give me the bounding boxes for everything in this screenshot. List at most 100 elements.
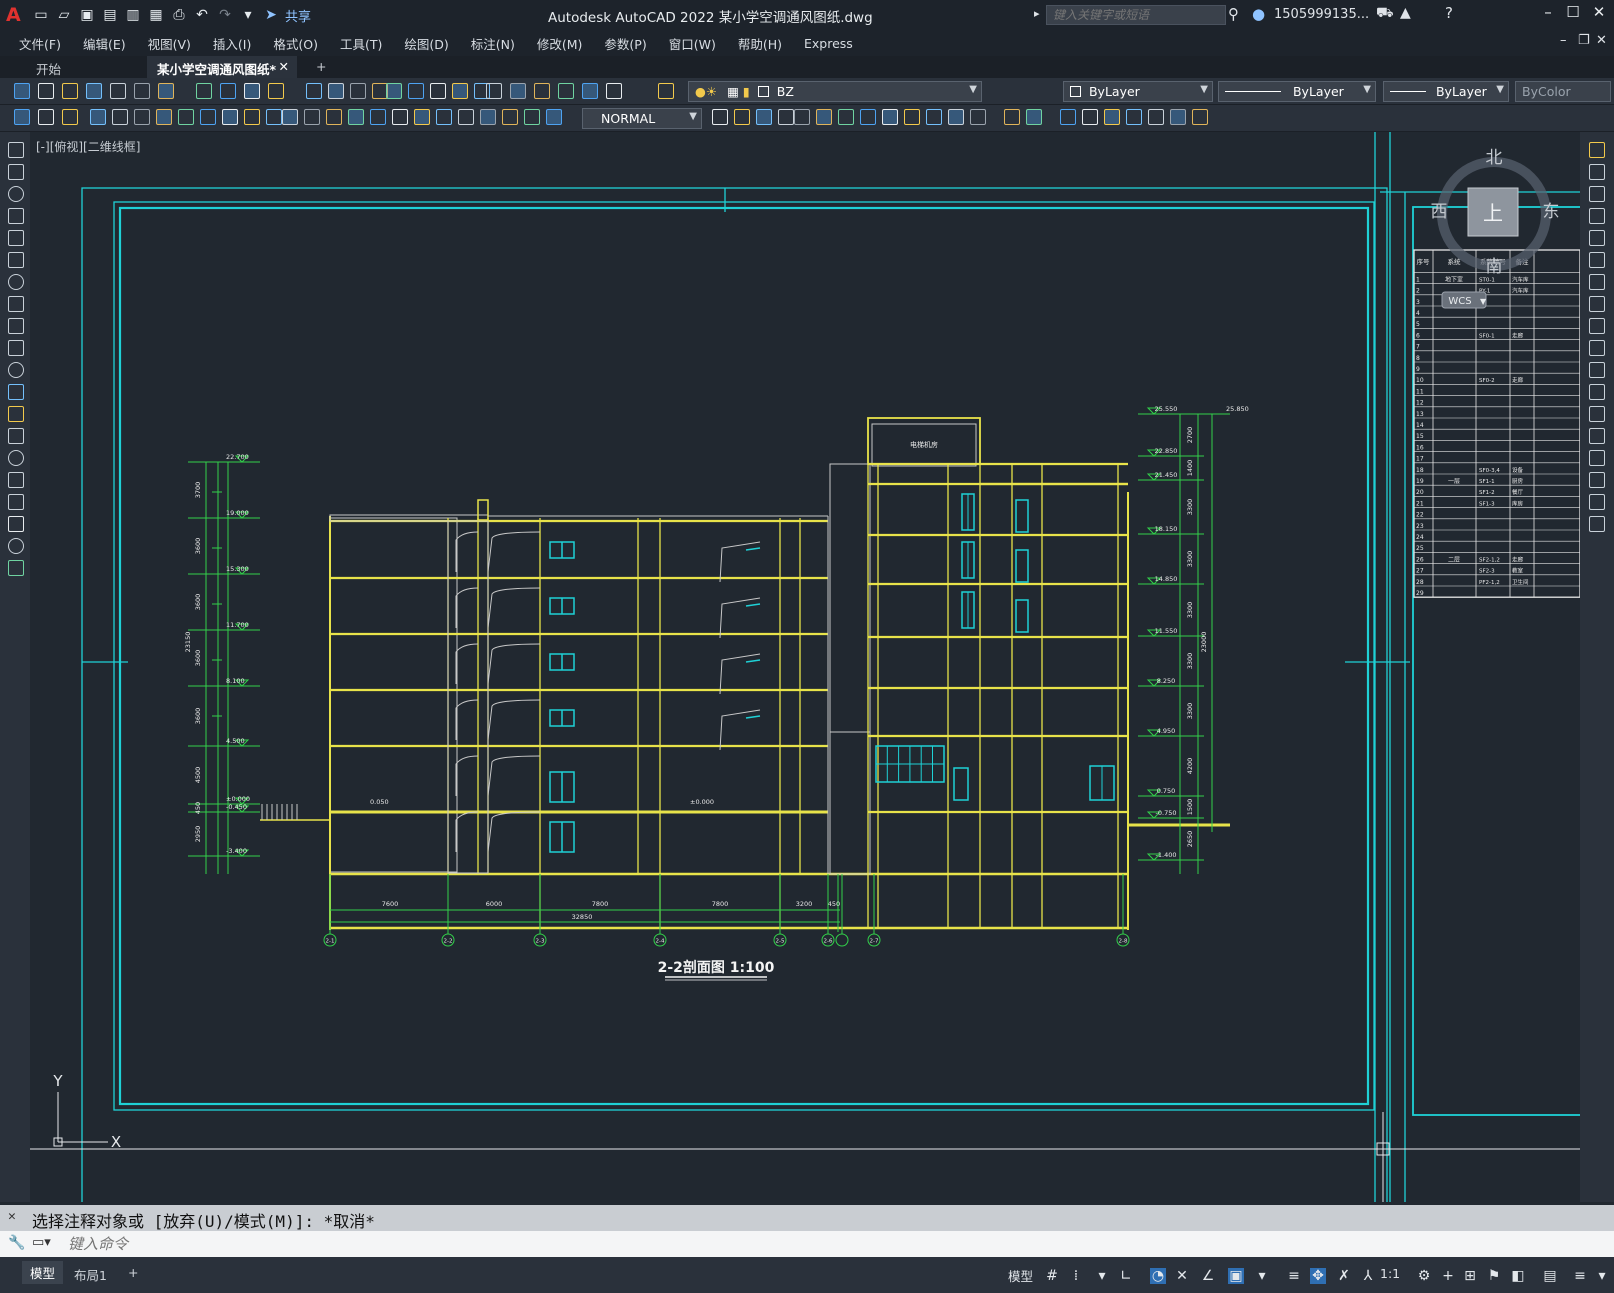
dimension-tool-icon[interactable]	[266, 109, 282, 125]
draw-tool-icon[interactable]	[8, 186, 24, 202]
dimension-tool-icon[interactable]	[200, 109, 216, 125]
export-icon[interactable]: ▦	[146, 5, 166, 25]
command-input[interactable]	[66, 1234, 866, 1254]
status-toggle-icon[interactable]: ≡	[1286, 1268, 1302, 1284]
standard-tool-icon[interactable]	[350, 83, 366, 99]
color-combo[interactable]: ByLayer ▼	[1063, 81, 1213, 102]
new-tab-button[interactable]: +	[306, 56, 336, 78]
dimension-tool-icon[interactable]	[414, 109, 430, 125]
model-space-button[interactable]: 模型	[1008, 1266, 1033, 1285]
standard-tool-icon[interactable]	[134, 83, 150, 99]
save-as-icon[interactable]: ▤	[100, 5, 120, 25]
drawing-canvas[interactable]: [-][俯视][二维线框] 电梯机房 0.050 ±0.000 22.700 19.0…	[30, 132, 1580, 1202]
modify-tool-icon[interactable]	[1589, 186, 1605, 202]
lineweight-combo[interactable]: ByLayer ▼	[1383, 81, 1509, 102]
dimension-tool-icon[interactable]	[882, 109, 898, 125]
standard-tool-icon[interactable]	[452, 83, 468, 99]
viewcube-west[interactable]: 西	[1431, 202, 1448, 222]
tab-layout1[interactable]: 布局1	[66, 1263, 115, 1286]
dimension-tool-icon[interactable]	[458, 109, 474, 125]
modify-tool-icon[interactable]	[1589, 208, 1605, 224]
plotstyle-combo[interactable]: ByColor	[1515, 81, 1611, 102]
dimension-tool-icon[interactable]	[1170, 109, 1186, 125]
close-button[interactable]: ✕	[1586, 3, 1612, 25]
user-icon[interactable]: ●	[1252, 5, 1265, 23]
dimension-tool-icon[interactable]	[348, 109, 364, 125]
dimension-tool-icon[interactable]	[712, 109, 728, 125]
status-toggle-icon[interactable]: ◧	[1510, 1268, 1526, 1284]
status-toggle-icon[interactable]: ⅄	[1360, 1268, 1376, 1284]
dimension-tool-icon[interactable]	[38, 109, 54, 125]
menu-express[interactable]: Express	[804, 36, 853, 51]
dimension-tool-icon[interactable]	[282, 109, 298, 125]
dimension-tool-icon[interactable]	[1126, 109, 1142, 125]
maximize-button[interactable]: ☐	[1560, 3, 1586, 25]
dimension-tool-icon[interactable]	[816, 109, 832, 125]
dimension-tool-icon[interactable]	[1004, 109, 1020, 125]
dimension-tool-icon[interactable]	[778, 109, 794, 125]
share-icon[interactable]: ➤	[261, 5, 281, 25]
status-toggle-icon[interactable]: ▾	[1254, 1268, 1270, 1284]
modify-tool-icon[interactable]	[1589, 516, 1605, 532]
viewcube-south[interactable]: 南	[1486, 257, 1503, 277]
menu-modify[interactable]: 修改(M)	[537, 34, 583, 53]
standard-tool-icon[interactable]	[386, 83, 402, 99]
autodesk-app-icon[interactable]: ▲	[1400, 5, 1411, 21]
draw-tool-icon[interactable]	[8, 274, 24, 290]
redo-icon[interactable]: ↷	[215, 5, 235, 25]
save-icon[interactable]: ▣	[77, 5, 97, 25]
dimension-tool-icon[interactable]	[62, 109, 78, 125]
standard-tool-icon[interactable]	[110, 83, 126, 99]
dimension-tool-icon[interactable]	[392, 109, 408, 125]
standard-tool-icon[interactable]	[606, 83, 622, 99]
status-toggle-icon[interactable]: #	[1044, 1268, 1060, 1284]
menu-window[interactable]: 窗口(W)	[669, 34, 716, 53]
menu-dimension[interactable]: 标注(N)	[471, 34, 515, 53]
standard-tool-icon[interactable]	[558, 83, 574, 99]
dimension-tool-icon[interactable]	[860, 109, 876, 125]
wcs-menu[interactable]: WCS	[1448, 296, 1471, 307]
modify-tool-icon[interactable]	[1589, 428, 1605, 444]
modify-tool-icon[interactable]	[1589, 230, 1605, 246]
standard-tool-icon[interactable]	[582, 83, 598, 99]
menu-file[interactable]: 文件(F)	[19, 34, 61, 53]
draw-tool-icon[interactable]	[8, 472, 24, 488]
layer-combo[interactable]: ●☀ ▦ ▮ BZ ▼	[688, 81, 982, 102]
modify-tool-icon[interactable]	[1589, 384, 1605, 400]
dimension-tool-icon[interactable]	[502, 109, 518, 125]
dimension-tool-icon[interactable]	[546, 109, 562, 125]
dimension-tool-icon[interactable]	[14, 109, 30, 125]
close-command-icon[interactable]: ✕	[8, 1209, 16, 1224]
modify-tool-icon[interactable]	[1589, 340, 1605, 356]
tab-start[interactable]: 开始	[26, 56, 71, 78]
viewcube-north[interactable]: 北	[1486, 148, 1503, 168]
standard-tool-icon[interactable]	[430, 83, 446, 99]
modify-tool-icon[interactable]	[1589, 494, 1605, 510]
status-toggle-icon[interactable]: ✗	[1336, 1268, 1352, 1284]
share-button[interactable]: 共享	[285, 6, 311, 25]
search-icon[interactable]: ⚲	[1228, 5, 1239, 23]
draw-tool-icon[interactable]	[8, 494, 24, 510]
draw-tool-icon[interactable]	[8, 538, 24, 554]
dimension-tool-icon[interactable]	[304, 109, 320, 125]
dimension-tool-icon[interactable]	[1082, 109, 1098, 125]
standard-tool-icon[interactable]	[486, 83, 502, 99]
standard-tool-icon[interactable]	[408, 83, 424, 99]
draw-tool-icon[interactable]	[8, 142, 24, 158]
search-input[interactable]	[1046, 5, 1226, 25]
status-toggle-icon[interactable]: ✥	[1310, 1268, 1326, 1284]
draw-tool-icon[interactable]	[8, 230, 24, 246]
menu-help[interactable]: 帮助(H)	[738, 34, 782, 53]
dimension-tool-icon[interactable]	[370, 109, 386, 125]
dimstyle-combo[interactable]: NORMAL ▼	[582, 108, 702, 129]
standard-tool-icon[interactable]	[14, 83, 30, 99]
help-icon[interactable]: ?	[1445, 4, 1453, 22]
standard-tool-icon[interactable]	[38, 83, 54, 99]
draw-tool-icon[interactable]	[8, 318, 24, 334]
status-toggle-icon[interactable]: ∠	[1200, 1268, 1216, 1284]
standard-tool-icon[interactable]	[534, 83, 550, 99]
linetype-combo[interactable]: ByLayer ▼	[1218, 81, 1376, 102]
menu-tools[interactable]: 工具(T)	[340, 34, 382, 53]
draw-tool-icon[interactable]	[8, 428, 24, 444]
modify-tool-icon[interactable]	[1589, 362, 1605, 378]
